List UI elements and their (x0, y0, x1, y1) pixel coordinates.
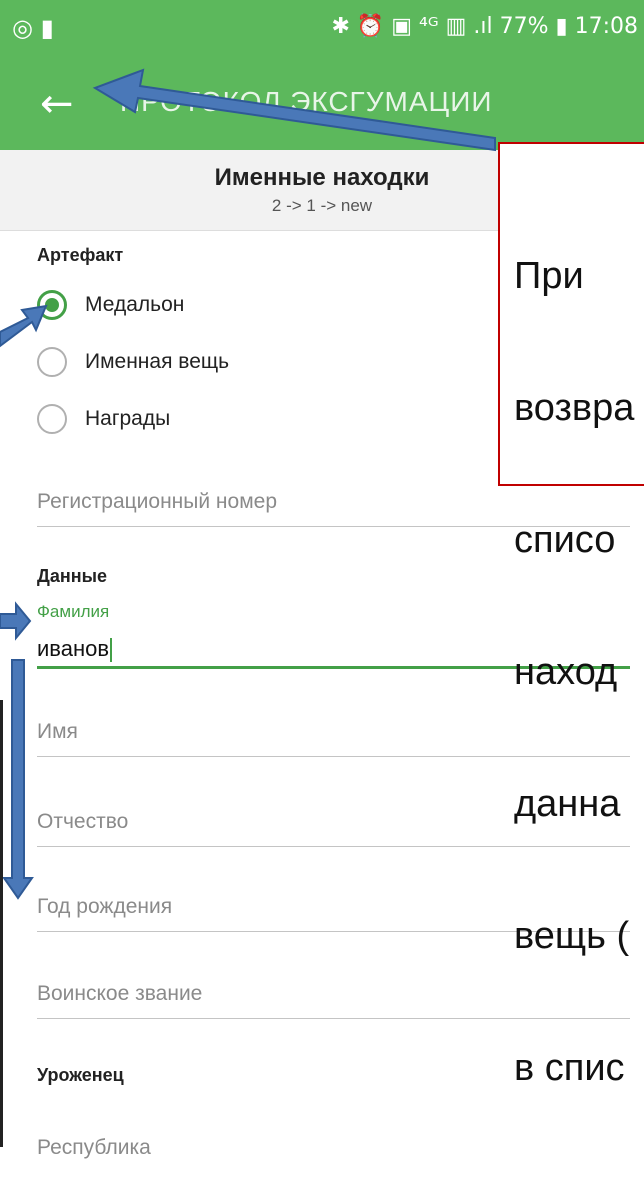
radio-label-medallion: Медальон (85, 293, 185, 316)
radio-unselected-icon[interactable] (37, 404, 67, 434)
annotation-line: наход (514, 651, 618, 693)
annotation-callout: При возвра списо наход данна вещь ( в сп… (498, 142, 644, 1089)
radio-label-awards: Награды (85, 407, 171, 430)
app-bar: ← ПРОТОКОЛ ЭКСГУМАЦИИ (0, 58, 644, 150)
app-title: ПРОТОКОЛ ЭКСГУМАЦИИ (120, 86, 493, 117)
text-cursor (110, 638, 113, 663)
status-left-icons: ◎ ▮ (12, 14, 54, 42)
patronymic-placeholder: Отчество (37, 810, 129, 833)
data-section-label: Данные (37, 566, 107, 586)
origin-section-label: Уроженец (37, 1065, 124, 1085)
radio-named-item[interactable]: Именная вещь (37, 339, 229, 385)
annotation-line: в спис (514, 1047, 625, 1089)
annotation-line: списо (514, 519, 616, 561)
annotation-line: вещь ( (514, 915, 630, 957)
annotation-text: При возвра списо наход данна вещь ( в сп… (514, 166, 644, 1178)
left-frame-line (0, 700, 3, 1147)
status-right-indicators: ✱ ⏰ ▣ ⁴ᴳ ▥ .ıl 77% ▮ 17:08 (331, 14, 638, 39)
surname-floating-label: Фамилия (37, 602, 110, 621)
military-rank-placeholder: Воинское звание (37, 982, 203, 1005)
radio-label-named-item: Именная вещь (85, 350, 230, 373)
registration-number-placeholder: Регистрационный номер (37, 490, 277, 513)
birth-year-placeholder: Год рождения (37, 895, 173, 918)
annotation-line: данна (514, 783, 621, 825)
radio-medallion[interactable]: Медальон (37, 282, 184, 328)
radio-awards[interactable]: Награды (37, 396, 170, 442)
arrow-down-icon (2, 659, 34, 900)
annotation-line: возвра (514, 387, 635, 429)
first-name-placeholder: Имя (37, 720, 78, 743)
surname-value: иванов (37, 636, 113, 663)
republic-placeholder: Республика (37, 1136, 151, 1159)
radio-selected-icon[interactable] (37, 290, 67, 320)
arrow-to-surname-icon (0, 601, 32, 641)
back-arrow-icon[interactable]: ← (40, 78, 92, 130)
annotation-line: При (514, 255, 584, 297)
artifact-label: Артефакт (37, 245, 124, 265)
status-bar: ◎ ▮ ✱ ⏰ ▣ ⁴ᴳ ▥ .ıl 77% ▮ 17:08 (0, 0, 644, 58)
radio-unselected-icon[interactable] (37, 347, 67, 377)
surname-text: иванов (37, 636, 110, 661)
